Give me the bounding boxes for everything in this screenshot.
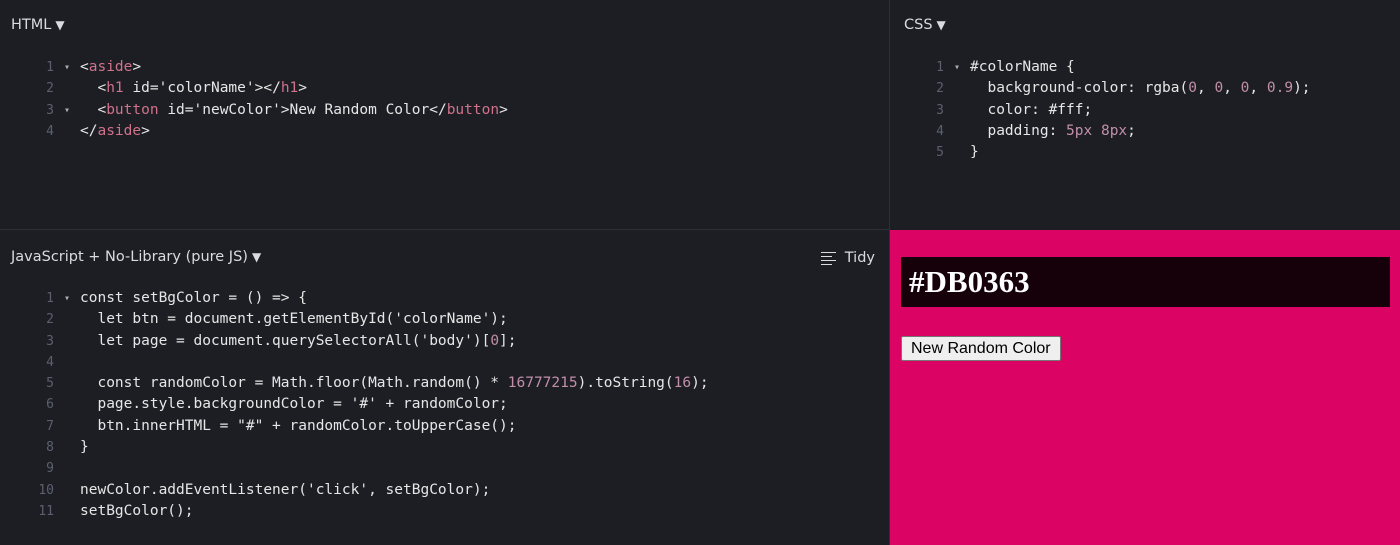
code-line[interactable]: 5 const randomColor = Math.floor(Math.ra… — [0, 373, 709, 394]
line-number: 3 — [46, 333, 54, 349]
line-number: 4 — [46, 123, 54, 139]
fold-gutter — [54, 121, 80, 142]
line-number: 1 — [936, 60, 944, 75]
line-number: 1 — [46, 60, 54, 75]
code-line[interactable]: 4 padding: 5px 8px; — [890, 121, 1311, 142]
caret-down-icon[interactable]: ▼ — [937, 18, 946, 32]
line-number: 4 — [46, 354, 54, 370]
code-text: const setBgColor = () => { — [80, 290, 307, 306]
code-line[interactable]: 10 newColor.addEventListener('click', set… — [0, 480, 709, 501]
new-random-color-button[interactable]: New Random Color — [901, 336, 1061, 361]
line-number: 2 — [936, 81, 944, 97]
css-code[interactable]: 1 ▾ #colorName {2 background-color: rgba(0… — [890, 57, 1311, 163]
code-line[interactable]: 2 <h1 id='colorName'></h1> — [0, 78, 508, 99]
fold-gutter — [54, 416, 80, 437]
line-number: 7 — [46, 418, 54, 434]
code-text: background-color: rgba(0, 0, 0, 0.9); — [970, 80, 1311, 97]
caret-down-icon[interactable]: ▼ — [252, 250, 261, 264]
code-line[interactable]: 3 ▾ <button id='newColor'>New Random Colo… — [0, 100, 508, 121]
line-number: 2 — [46, 81, 54, 97]
fold-gutter — [54, 480, 80, 501]
code-text: } — [80, 439, 89, 456]
line-number: 3 — [936, 102, 944, 118]
line-number: 2 — [46, 312, 54, 328]
code-text: const randomColor = Math.floor(Math.rand… — [80, 375, 709, 392]
caret-down-icon[interactable]: ▼ — [55, 18, 64, 32]
fold-gutter — [54, 352, 80, 373]
fold-gutter — [944, 142, 970, 163]
fold-arrow-icon[interactable]: ▾ — [54, 288, 80, 309]
code-line[interactable]: 7 btn.innerHTML = "#" + randomColor.toUp… — [0, 416, 709, 437]
line-number: 6 — [46, 397, 54, 413]
code-line[interactable]: 6 page.style.backgroundColor = '#' + ran… — [0, 394, 709, 415]
code-line[interactable]: 9 — [0, 458, 709, 479]
code-line[interactable]: 11 setBgColor(); — [0, 501, 709, 522]
code-line[interactable]: 4 </aside> — [0, 121, 508, 142]
code-line[interactable]: 3 let page = document.querySelectorAll('… — [0, 331, 709, 352]
code-text: <button id='newColor'>New Random Color</… — [80, 101, 508, 118]
code-line[interactable]: 3 color: #fff; — [890, 100, 1311, 121]
code-line[interactable]: 1 ▾ const setBgColor = () => { — [0, 288, 709, 309]
line-number: 9 — [46, 461, 54, 477]
fold-gutter — [944, 121, 970, 142]
code-text: setBgColor(); — [80, 502, 194, 519]
tidy-button[interactable]: Tidy — [820, 249, 875, 268]
fold-gutter — [54, 78, 80, 99]
code-text: #colorName { — [970, 59, 1075, 75]
js-code[interactable]: 1 ▾ const setBgColor = () => {2 let btn = … — [0, 288, 709, 522]
html-code[interactable]: 1 ▾ <aside> 2 <h1 id='colorName'></h1> 3 ▾ <b… — [0, 57, 508, 142]
fold-gutter — [944, 78, 970, 99]
code-text: } — [970, 144, 979, 161]
code-line[interactable]: 5} — [890, 142, 1311, 163]
tidy-label: Tidy — [844, 250, 875, 267]
code-text: </aside> — [80, 122, 150, 139]
fold-arrow-icon[interactable]: ▾ — [54, 100, 80, 121]
line-number: 1 — [46, 291, 54, 306]
fold-arrow-icon[interactable]: ▾ — [54, 57, 80, 78]
color-name-heading: #DB0363 — [901, 257, 1390, 307]
result-panel: #DB0363 New Random Color — [890, 230, 1400, 545]
html-panel-title: HTML — [11, 17, 52, 33]
fold-arrow-icon[interactable]: ▾ — [944, 57, 970, 78]
code-line[interactable]: 1 ▾ <aside> — [0, 57, 508, 78]
html-editor-panel: HTML ▼ 1 ▾ <aside> 2 <h1 id='colorName'></h… — [0, 0, 889, 229]
css-editor-panel: CSS ▼ 1 ▾ #colorName {2 background-color: … — [890, 0, 1400, 229]
line-number: 3 — [46, 102, 54, 118]
code-line[interactable]: 1 ▾ #colorName { — [890, 57, 1311, 78]
fold-gutter — [944, 100, 970, 121]
code-line[interactable]: 2 background-color: rgba(0, 0, 0, 0.9); — [890, 78, 1311, 99]
fold-gutter — [54, 394, 80, 415]
line-number: 10 — [38, 482, 54, 498]
code-text: <h1 id='colorName'></h1> — [80, 80, 308, 97]
fold-gutter — [54, 501, 80, 522]
code-text: let btn = document.getElementById('color… — [80, 311, 508, 328]
css-panel-header[interactable]: CSS ▼ — [904, 17, 946, 33]
fold-gutter — [54, 437, 80, 458]
code-text: page.style.backgroundColor = '#' + rando… — [80, 396, 508, 413]
line-number: 8 — [46, 440, 54, 456]
css-panel-title: CSS — [904, 17, 933, 33]
align-lines-icon — [820, 249, 836, 268]
js-editor-panel: JavaScript + No-Library (pure JS) ▼ Tidy… — [0, 230, 889, 545]
fold-gutter — [54, 309, 80, 330]
code-line[interactable]: 4 — [0, 352, 709, 373]
js-panel-header[interactable]: JavaScript + No-Library (pure JS) ▼ — [11, 249, 261, 265]
code-text: let page = document.querySelectorAll('bo… — [80, 332, 517, 349]
code-text: <aside> — [80, 59, 142, 75]
fold-gutter — [54, 331, 80, 352]
code-text: newColor.addEventListener('click', setBg… — [80, 481, 491, 498]
fold-gutter — [54, 373, 80, 394]
js-panel-title: JavaScript + No-Library (pure JS) — [11, 249, 248, 265]
code-line[interactable]: 2 let btn = document.getElementById('col… — [0, 309, 709, 330]
line-number: 11 — [38, 503, 54, 519]
line-number: 5 — [46, 376, 54, 392]
code-text: padding: 5px 8px; — [970, 122, 1136, 139]
html-panel-header[interactable]: HTML ▼ — [11, 17, 65, 33]
code-text: color: #fff; — [970, 101, 1093, 118]
line-number: 4 — [936, 123, 944, 139]
code-text: btn.innerHTML = "#" + randomColor.toUppe… — [80, 417, 517, 434]
code-line[interactable]: 8} — [0, 437, 709, 458]
fold-gutter — [54, 458, 80, 479]
line-number: 5 — [936, 145, 944, 161]
